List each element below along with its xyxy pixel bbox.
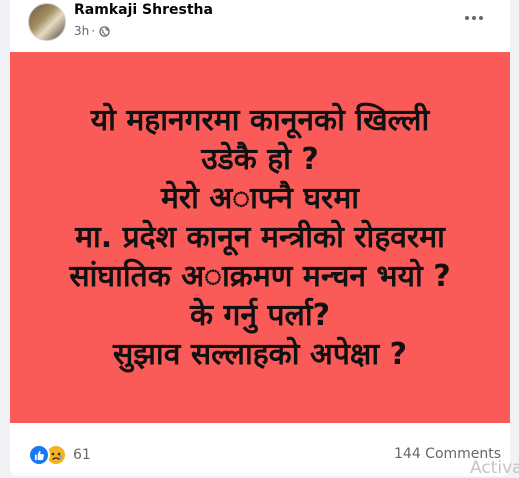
globe-icon xyxy=(99,25,110,37)
post-text-banner[interactable]: यो महानगरमा कानूनको खिल्ली उडेकै हो ? मे… xyxy=(10,52,510,423)
post-line: मा. प्रदेश कानून मन्त्रीको रोहवरमा xyxy=(75,220,445,255)
post-line: सुझाव सल्लाहको अपेक्षा ? xyxy=(112,337,408,372)
more-options-icon[interactable] xyxy=(462,8,486,28)
author-avatar[interactable] xyxy=(28,3,66,41)
post-line: के गर्नु पर्ला? xyxy=(189,298,331,333)
post-line: यो महानगरमा कानूनको खिल्ली xyxy=(90,103,430,138)
more-dot xyxy=(472,16,476,20)
post-time[interactable]: 3h xyxy=(74,24,89,38)
reaction-count: 61 xyxy=(73,447,91,463)
more-dot xyxy=(479,16,483,20)
meta-separator: · xyxy=(91,24,96,38)
reactions-summary[interactable]: 61 xyxy=(28,444,91,466)
more-dot xyxy=(465,16,469,20)
post-meta: 3h · xyxy=(74,24,110,38)
post-line: उडेकै हो ? xyxy=(201,142,319,177)
like-icon xyxy=(28,444,50,466)
author-name[interactable]: Ramkaji Shrestha xyxy=(74,2,213,18)
post-line: मेरो अाफ्नै घरमा xyxy=(160,181,360,216)
post-line: सांघातिक अाक्रमण मन्चन भयो ? xyxy=(69,259,451,294)
activate-windows-watermark: Activa xyxy=(470,458,519,478)
